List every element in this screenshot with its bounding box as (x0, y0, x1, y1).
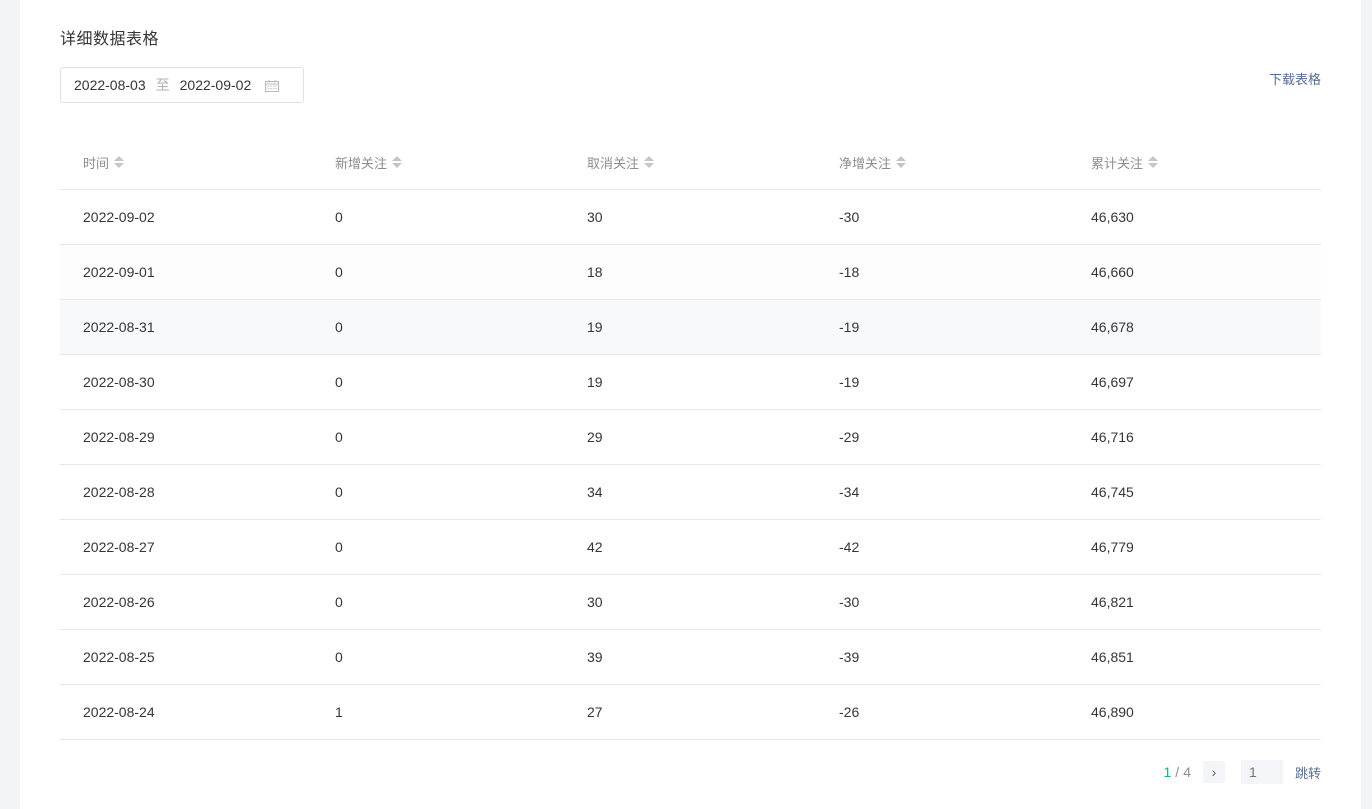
jump-button[interactable]: 跳转 (1295, 763, 1321, 782)
cell-total-follows: 46,697 (1091, 374, 1134, 390)
column-header-total-follows[interactable]: 累计关注 (1068, 153, 1321, 172)
cell-net-follows: -19 (839, 319, 860, 335)
cell-new-follows: 1 (335, 704, 343, 720)
cell-total-follows: 46,821 (1091, 594, 1134, 610)
cell-total-follows: 46,630 (1091, 209, 1134, 225)
cell-net-follows: -26 (839, 704, 860, 720)
cell-total-follows: 46,745 (1091, 484, 1134, 500)
cell-new-follows: 0 (335, 264, 343, 280)
data-table: 时间 新增关注 取消关注 净增关注 累计关注 2022-09-02 0 30 -… (60, 135, 1321, 740)
cell-unfollows: 18 (587, 264, 603, 280)
cell-new-follows: 0 (335, 209, 343, 225)
sort-icon[interactable] (896, 156, 907, 168)
cell-time: 2022-08-24 (83, 704, 155, 720)
chevron-right-icon: › (1211, 764, 1217, 780)
cell-unfollows: 30 (587, 209, 603, 225)
cell-unfollows: 39 (587, 649, 603, 665)
download-table-link[interactable]: 下载表格 (1269, 69, 1321, 88)
cell-total-follows: 46,851 (1091, 649, 1134, 665)
cell-net-follows: -30 (839, 594, 860, 610)
cell-new-follows: 0 (335, 649, 343, 665)
cell-net-follows: -19 (839, 374, 860, 390)
cell-unfollows: 19 (587, 374, 603, 390)
sort-icon[interactable] (114, 156, 125, 168)
cell-unfollows: 30 (587, 594, 603, 610)
end-date[interactable]: 2022-09-02 (180, 77, 252, 93)
column-header-new-follows[interactable]: 新增关注 (312, 153, 564, 172)
cell-new-follows: 0 (335, 484, 343, 500)
next-page-button[interactable]: › (1202, 761, 1225, 783)
sort-icon[interactable] (392, 156, 403, 168)
table-row: 2022-08-26 0 30 -30 46,821 (60, 575, 1321, 630)
table-row: 2022-08-29 0 29 -29 46,716 (60, 410, 1321, 465)
table-row: 2022-09-01 0 18 -18 46,660 (60, 245, 1321, 300)
cell-total-follows: 46,890 (1091, 704, 1134, 720)
cell-unfollows: 27 (587, 704, 603, 720)
pagination: 1 / 4 › 跳转 (1163, 760, 1321, 784)
date-separator: 至 (155, 77, 170, 93)
table-row: 2022-08-25 0 39 -39 46,851 (60, 630, 1321, 685)
cell-net-follows: -29 (839, 429, 860, 445)
total-pages: 4 (1183, 764, 1191, 780)
cell-net-follows: -34 (839, 484, 860, 500)
cell-total-follows: 46,660 (1091, 264, 1134, 280)
column-header-unfollows[interactable]: 取消关注 (564, 153, 816, 172)
data-table-panel: 详细数据表格 2022-08-03 至 2022-09-02 下载表格 时间 新… (20, 0, 1361, 809)
cell-time: 2022-08-25 (83, 649, 155, 665)
column-header-time[interactable]: 时间 (60, 153, 312, 172)
cell-unfollows: 42 (587, 539, 603, 555)
cell-net-follows: -42 (839, 539, 860, 555)
start-date[interactable]: 2022-08-03 (74, 77, 146, 93)
table-row: 2022-09-02 0 30 -30 46,630 (60, 190, 1321, 245)
cell-new-follows: 0 (335, 374, 343, 390)
page-separator: / (1175, 764, 1180, 780)
sort-icon[interactable] (1148, 156, 1159, 168)
sort-icon[interactable] (644, 156, 655, 168)
cell-unfollows: 34 (587, 484, 603, 500)
cell-total-follows: 46,779 (1091, 539, 1134, 555)
cell-total-follows: 46,716 (1091, 429, 1134, 445)
panel-title: 详细数据表格 (60, 31, 160, 48)
cell-net-follows: -30 (839, 209, 860, 225)
cell-time: 2022-08-31 (83, 319, 155, 335)
cell-time: 2022-08-30 (83, 374, 155, 390)
cell-unfollows: 19 (587, 319, 603, 335)
table-row: 2022-08-30 0 19 -19 46,697 (60, 355, 1321, 410)
jump-page-input[interactable] (1240, 760, 1283, 784)
table-row: 2022-08-28 0 34 -34 46,745 (60, 465, 1321, 520)
cell-time: 2022-09-01 (83, 264, 155, 280)
cell-new-follows: 0 (335, 319, 343, 335)
cell-new-follows: 0 (335, 539, 343, 555)
table-row: 2022-08-24 1 27 -26 46,890 (60, 685, 1321, 740)
table-header: 时间 新增关注 取消关注 净增关注 累计关注 (60, 135, 1321, 190)
cell-new-follows: 0 (335, 594, 343, 610)
column-header-net-follows[interactable]: 净增关注 (816, 153, 1068, 172)
table-row: 2022-08-31 0 19 -19 46,678 (60, 300, 1321, 355)
cell-net-follows: -39 (839, 649, 860, 665)
calendar-icon[interactable] (265, 79, 280, 92)
cell-unfollows: 29 (587, 429, 603, 445)
cell-time: 2022-08-27 (83, 539, 155, 555)
cell-new-follows: 0 (335, 429, 343, 445)
cell-net-follows: -18 (839, 264, 860, 280)
cell-time: 2022-09-02 (83, 209, 155, 225)
cell-time: 2022-08-28 (83, 484, 155, 500)
cell-time: 2022-08-26 (83, 594, 155, 610)
cell-time: 2022-08-29 (83, 429, 155, 445)
table-row: 2022-08-27 0 42 -42 46,779 (60, 520, 1321, 575)
date-range-picker[interactable]: 2022-08-03 至 2022-09-02 (60, 67, 304, 103)
current-page: 1 (1163, 764, 1172, 780)
cell-total-follows: 46,678 (1091, 319, 1134, 335)
